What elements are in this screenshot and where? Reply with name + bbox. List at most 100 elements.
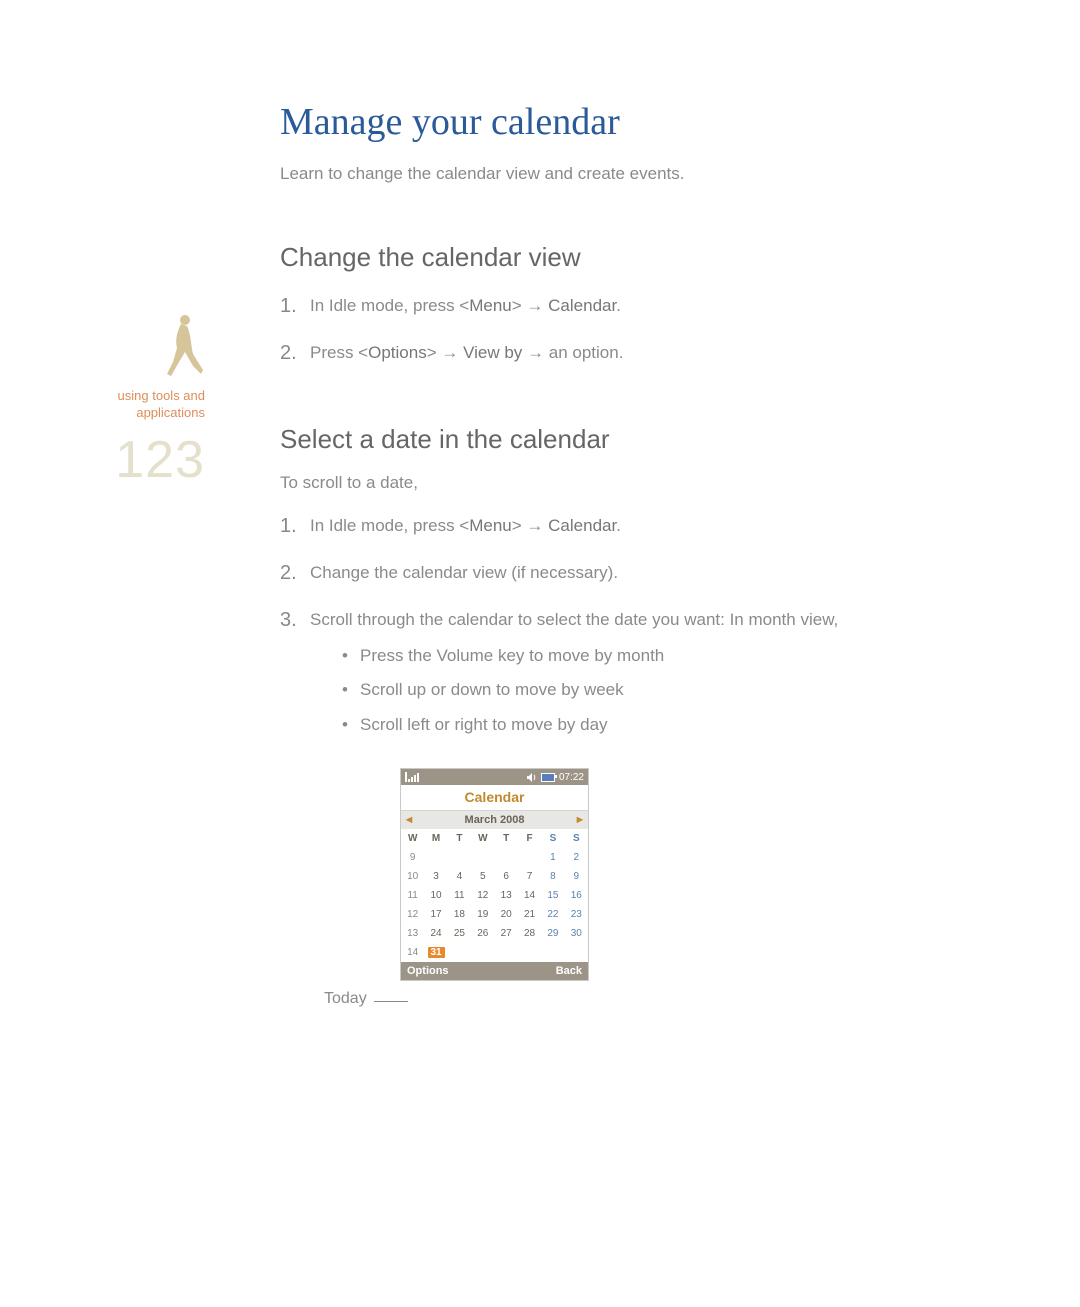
date-cell[interactable]: 22 — [541, 905, 564, 924]
date-cell[interactable]: 26 — [471, 924, 494, 943]
date-cell[interactable]: 7 — [518, 867, 541, 886]
date-cell — [471, 943, 494, 962]
step-item: 2. Press <Options> → View by → an option… — [280, 338, 920, 369]
steps-select-date: 1. In Idle mode, press <Menu> → Calendar… — [280, 511, 920, 746]
date-cell[interactable]: 15 — [541, 886, 564, 905]
bullet-item: Scroll left or right to move by day — [338, 712, 920, 738]
softkey-bar: Options Back — [401, 962, 588, 980]
softkey-options[interactable]: Options — [407, 965, 449, 977]
section-heading-change-view: Change the calendar view — [280, 242, 920, 273]
date-cell — [424, 848, 447, 867]
phone-screenshot: Today 07:22 Calendar ◄ March 2008 ► — [400, 768, 920, 981]
step-number: 2. — [280, 338, 302, 369]
page-number: 123 — [75, 430, 205, 490]
date-cell[interactable]: 29 — [541, 924, 564, 943]
date-cell[interactable]: 23 — [565, 905, 588, 924]
date-cell[interactable]: 17 — [424, 905, 447, 924]
step-number: 2. — [280, 558, 302, 589]
today-callout-line — [374, 1001, 408, 1002]
date-cell[interactable]: 3 — [424, 867, 447, 886]
week-number-cell: 13 — [401, 924, 424, 943]
date-cell — [448, 943, 471, 962]
day-header: S — [565, 829, 588, 848]
day-header: T — [495, 829, 518, 848]
main-content: Manage your calendar Learn to change the… — [280, 100, 920, 981]
date-cell — [471, 848, 494, 867]
step-item: 1. In Idle mode, press <Menu> → Calendar… — [280, 511, 920, 542]
date-cell — [495, 943, 518, 962]
step-text: In Idle mode, press <Menu> → Calendar. — [310, 511, 920, 539]
date-cell[interactable]: 9 — [565, 867, 588, 886]
step-text: Scroll through the calendar to select th… — [310, 605, 920, 746]
page-title: Manage your calendar — [280, 100, 920, 144]
date-cell[interactable]: 28 — [518, 924, 541, 943]
step-item: 3. Scroll through the calendar to select… — [280, 605, 920, 746]
date-cell[interactable]: 1 — [541, 848, 564, 867]
date-cell — [448, 848, 471, 867]
date-cell[interactable]: 11 — [448, 886, 471, 905]
date-cell — [565, 943, 588, 962]
step-text: Change the calendar view (if necessary). — [310, 558, 920, 586]
battery-icon — [541, 773, 555, 782]
person-sitting-icon — [157, 310, 205, 378]
date-cell — [495, 848, 518, 867]
sidebar-label-line2: applications — [136, 405, 205, 420]
today-callout-label: Today — [324, 990, 367, 1008]
week-number-cell: 11 — [401, 886, 424, 905]
calendar-row: 1324252627282930 — [401, 924, 588, 943]
intro-text: Learn to change the calendar view and cr… — [280, 162, 920, 187]
date-cell[interactable]: 6 — [495, 867, 518, 886]
date-cell[interactable]: 10 — [424, 886, 447, 905]
date-cell[interactable]: 31 — [424, 943, 447, 962]
day-header: S — [541, 829, 564, 848]
step-item: 2. Change the calendar view (if necessar… — [280, 558, 920, 589]
date-cell[interactable]: 20 — [495, 905, 518, 924]
step-text: Press <Options> → View by → an option. — [310, 338, 920, 366]
date-cell — [518, 848, 541, 867]
calendar-row: 103456789 — [401, 867, 588, 886]
day-header: W — [401, 829, 424, 848]
date-cell[interactable]: 27 — [495, 924, 518, 943]
day-header: W — [471, 829, 494, 848]
subintro-text: To scroll to a date, — [280, 473, 920, 493]
calendar-body: 9121034567891110111213141516121718192021… — [401, 848, 588, 962]
date-cell — [518, 943, 541, 962]
month-next-button[interactable]: ► — [572, 814, 588, 826]
softkey-back[interactable]: Back — [556, 965, 582, 977]
date-cell[interactable]: 8 — [541, 867, 564, 886]
month-label: March 2008 — [417, 814, 572, 826]
section-label: using tools and applications — [75, 388, 205, 422]
date-cell[interactable]: 21 — [518, 905, 541, 924]
date-cell[interactable]: 12 — [471, 886, 494, 905]
date-cell[interactable]: 14 — [518, 886, 541, 905]
bullet-item: Scroll up or down to move by week — [338, 677, 920, 703]
date-cell[interactable]: 19 — [471, 905, 494, 924]
calendar-row: 1217181920212223 — [401, 905, 588, 924]
day-header: T — [448, 829, 471, 848]
month-prev-button[interactable]: ◄ — [401, 814, 417, 826]
date-cell[interactable]: 2 — [565, 848, 588, 867]
bullet-item: Press the Volume key to move by month — [338, 643, 920, 669]
bullet-list: Press the Volume key to move by month Sc… — [338, 643, 920, 738]
date-cell[interactable]: 16 — [565, 886, 588, 905]
phone-app-title: Calendar — [401, 785, 588, 811]
week-number-cell: 12 — [401, 905, 424, 924]
week-number-cell: 10 — [401, 867, 424, 886]
date-cell[interactable]: 30 — [565, 924, 588, 943]
date-cell[interactable]: 5 — [471, 867, 494, 886]
calendar-row: 1431 — [401, 943, 588, 962]
signal-icon — [405, 772, 419, 782]
date-cell[interactable]: 13 — [495, 886, 518, 905]
sound-icon — [527, 773, 537, 782]
status-time: 07:22 — [559, 772, 584, 783]
date-cell[interactable]: 4 — [448, 867, 471, 886]
month-header: ◄ March 2008 ► — [401, 811, 588, 829]
step-number: 3. — [280, 605, 302, 636]
sidebar-label-line1: using tools and — [118, 388, 205, 403]
date-cell[interactable]: 18 — [448, 905, 471, 924]
date-cell[interactable]: 25 — [448, 924, 471, 943]
date-cell[interactable]: 24 — [424, 924, 447, 943]
calendar-head: WMTWTFSS — [401, 829, 588, 848]
phone-screen: 07:22 Calendar ◄ March 2008 ► WMTWTFSS 9… — [400, 768, 589, 981]
week-number-cell: 14 — [401, 943, 424, 962]
